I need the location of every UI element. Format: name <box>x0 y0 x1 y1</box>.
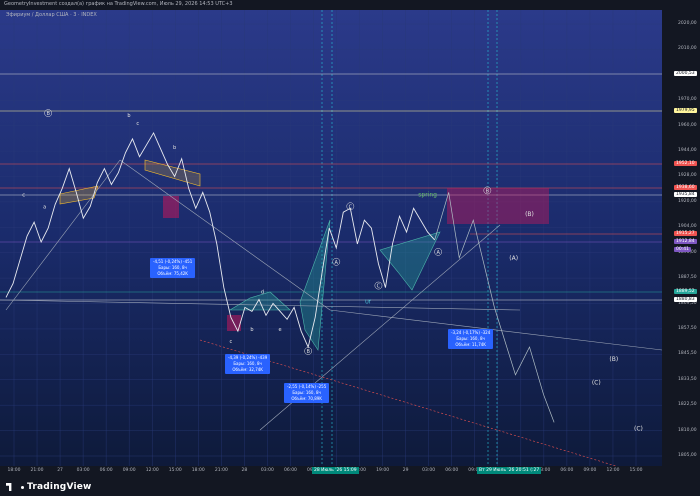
price-level-label: 1938,60 <box>674 185 697 190</box>
tradingview-mark-icon <box>6 483 12 491</box>
price-tick-label: 1904,00 <box>678 224 697 230</box>
time-tick-label: 29 <box>402 468 409 473</box>
time-tick-label: 03:00 <box>76 468 90 473</box>
wave-label: (C) <box>592 380 601 387</box>
price-axis[interactable]: 2020,002010,001990,001970,001960,001944,… <box>662 10 700 466</box>
time-tick-label: 09:00 <box>122 468 136 473</box>
price-tick-label: 1822,50 <box>678 402 697 408</box>
time-tick-label: 12:00 <box>145 468 159 473</box>
time-tick-label: 27 <box>57 468 63 473</box>
time-tick-label: 03:00 <box>422 468 436 473</box>
price-level-label: 1915,27 <box>674 231 697 236</box>
wave-label: d <box>261 290 264 296</box>
tradingview-logo[interactable]: TradingView <box>6 482 92 492</box>
time-tick-label: 21:00 <box>30 468 44 473</box>
measure-info-box[interactable]: -3,24 (-0,17%) -324 Бары: 160, 8ч Объём: 1… <box>448 329 494 349</box>
time-tick-label: 06:00 <box>99 468 113 473</box>
price-tick-label: 1920,00 <box>678 198 697 204</box>
price-level-label: 2000,53 <box>674 71 697 76</box>
symbol-label: Эфириум / Доллар США · 3 · INDEX <box>6 12 97 18</box>
price-tick-label: 1944,00 <box>678 148 697 154</box>
red-zone-small <box>163 196 179 218</box>
price-level-label: 1979,95 <box>674 108 697 113</box>
chart-plot-area[interactable]: BbbcacdecbBCACUfspringAB(B)(A)(B)(C)(C) <box>0 10 662 466</box>
time-tick-label: 06:00 <box>283 468 297 473</box>
price-tick-label: 1960,00 <box>678 122 697 128</box>
time-axis[interactable]: 18:00 21:00 27 03:00 06:00 09:00 12:00 15:00 18:… <box>0 466 662 478</box>
wave-label: a <box>43 204 46 210</box>
price-tick-label: 1810,00 <box>678 427 697 433</box>
measure-info-line: Объём: 75,42K <box>157 271 188 276</box>
time-tick-label: 06:00 <box>445 468 459 473</box>
time-tick-label: 03:00 <box>260 468 274 473</box>
time-tick-label: 12:00 <box>606 468 620 473</box>
price-level-label: 1935,84 <box>674 192 697 197</box>
wave-label: (A) <box>509 255 518 262</box>
time-tick-label: 18:00 <box>7 468 21 473</box>
time-tick-label: 15:00 <box>629 468 643 473</box>
measure-info-box[interactable]: -2,55 (-0,14%) -255 Бары: 160, 8ч Объём: 7… <box>284 383 330 403</box>
price-tick-label: 1970,00 <box>678 97 697 103</box>
price-tick-label: 1805,00 <box>678 453 697 458</box>
wave-label: b <box>173 145 176 151</box>
wave-label: e <box>279 327 282 333</box>
wave-label: b <box>250 327 253 333</box>
time-tick-label: 15:00 <box>168 468 182 473</box>
time-tick-label: 09:00 <box>583 468 597 473</box>
price-level-label: 00:41 <box>674 247 691 252</box>
price-tick-label: 2020,00 <box>678 21 697 26</box>
price-tick-label: 1857,50 <box>678 325 697 331</box>
tradingview-wordmark: TradingView <box>27 482 92 492</box>
wave-label: c <box>22 192 25 198</box>
time-tick-label: 28 <box>241 468 248 473</box>
wave-label: c <box>136 121 139 127</box>
measure-info-line: Объём: 32,74K <box>232 367 263 372</box>
time-tick-label: 19:00 <box>376 468 390 473</box>
price-level-label: 1952,10 <box>674 161 697 166</box>
price-level-label: 1889,52 <box>674 289 697 294</box>
wave-label: (B) <box>525 211 534 218</box>
price-tick-label: 1845,50 <box>678 351 697 357</box>
price-tick-label: 2010,00 <box>678 46 697 52</box>
wave-label: (B) <box>609 356 618 363</box>
price-tick-label: 1928,00 <box>678 173 697 179</box>
wave-label: c <box>229 339 232 345</box>
time-tick-label: 06:00 <box>560 468 574 473</box>
footer: TradingView <box>0 478 700 496</box>
measure-info-box[interactable]: -4,51 (-0,24%) -451 Бары: 160, 8ч Объём: 7… <box>150 258 196 278</box>
price-level-label: 1880,83 <box>674 297 697 302</box>
price-tick-label: 1887,50 <box>678 275 697 281</box>
wave-label: b <box>127 113 130 119</box>
plot-background <box>0 10 662 466</box>
measure-info-line: Объём: 70,89K <box>291 396 322 401</box>
wave-label: (C) <box>634 425 643 432</box>
wave-label: spring <box>418 191 437 198</box>
time-marker-label: Вт 29 Июль '26 20:51 (:27 <box>477 467 542 474</box>
time-tick-label: 21:00 <box>214 468 228 473</box>
measure-info-box[interactable]: -4,39 (-0,24%) -439 Бары: 160, 8ч Объём: 3… <box>225 354 271 374</box>
measure-info-line: Объём: 11,74K <box>455 342 486 347</box>
time-marker-label: 28 Июль '26 15:09 <box>312 467 359 474</box>
chart-header: GeometryInvestment создал(а) график на T… <box>0 0 700 10</box>
price-level-label: 1912,84 <box>674 239 697 244</box>
time-tick-label: 18:00 <box>191 468 205 473</box>
wave-label: Uf <box>365 299 371 305</box>
chart-author-line: GeometryInvestment создал(а) график на T… <box>4 1 233 7</box>
supply-zone <box>447 188 549 224</box>
tradingview-dot-icon <box>21 485 24 489</box>
price-tick-label: 1833,50 <box>678 376 697 382</box>
